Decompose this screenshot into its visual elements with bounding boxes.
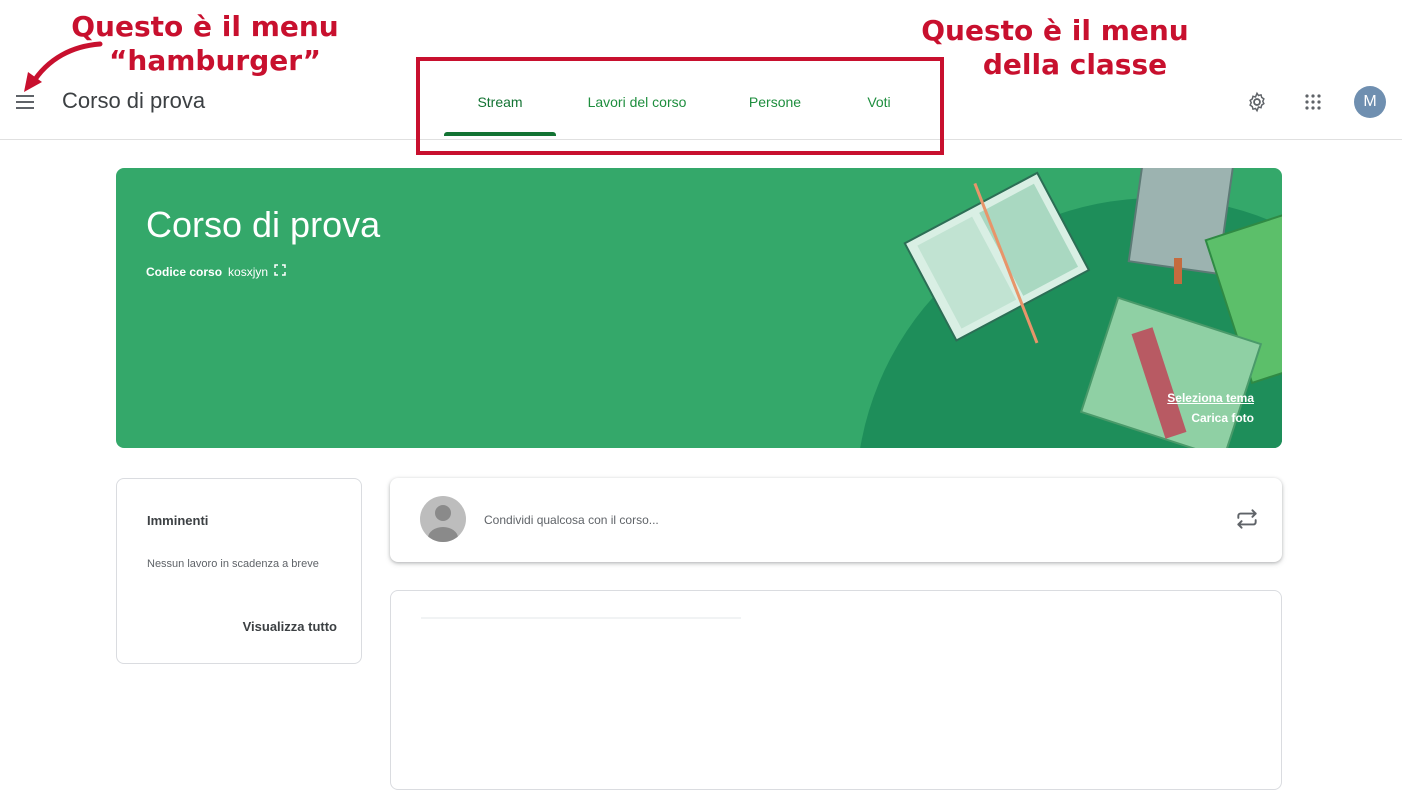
course-code: Codice corso kosxjyn bbox=[146, 264, 286, 279]
repost-icon[interactable] bbox=[1234, 506, 1260, 532]
select-theme-link[interactable]: Seleziona tema bbox=[1167, 388, 1254, 408]
apps-grid-icon[interactable] bbox=[1298, 87, 1328, 117]
course-title[interactable]: Corso di prova bbox=[62, 88, 205, 114]
course-code-value: kosxjyn bbox=[228, 264, 269, 279]
fullscreen-icon[interactable] bbox=[274, 264, 286, 279]
share-box[interactable]: Condividi qualcosa con il corso... bbox=[390, 478, 1282, 562]
user-avatar[interactable]: M bbox=[1354, 86, 1386, 118]
stream-post-card bbox=[390, 590, 1282, 790]
course-banner: Corso di prova Codice corso kosxjyn Sele… bbox=[116, 168, 1282, 448]
placeholder-line bbox=[421, 617, 741, 619]
upload-photo-link[interactable]: Carica foto bbox=[1167, 408, 1254, 428]
upcoming-card: Imminenti Nessun lavoro in scadenza a br… bbox=[116, 478, 362, 664]
course-code-label: Codice corso bbox=[146, 264, 223, 279]
gear-icon[interactable] bbox=[1242, 87, 1272, 117]
banner-course-title: Corso di prova bbox=[146, 204, 381, 245]
view-all-link[interactable]: Visualizza tutto bbox=[243, 619, 337, 634]
top-right-actions: M bbox=[1242, 86, 1386, 118]
default-avatar-icon bbox=[420, 496, 466, 542]
upcoming-empty-text: Nessun lavoro in scadenza a breve bbox=[147, 558, 319, 570]
upcoming-title: Imminenti bbox=[147, 513, 209, 528]
share-input[interactable]: Condividi qualcosa con il corso... bbox=[484, 513, 659, 527]
banner-actions: Seleziona tema Carica foto bbox=[1167, 388, 1254, 428]
annotation-class-menu-line1: Questo è il menu bbox=[921, 14, 1189, 47]
annotation-highlight-box bbox=[416, 57, 944, 155]
menu-icon[interactable] bbox=[16, 95, 34, 109]
